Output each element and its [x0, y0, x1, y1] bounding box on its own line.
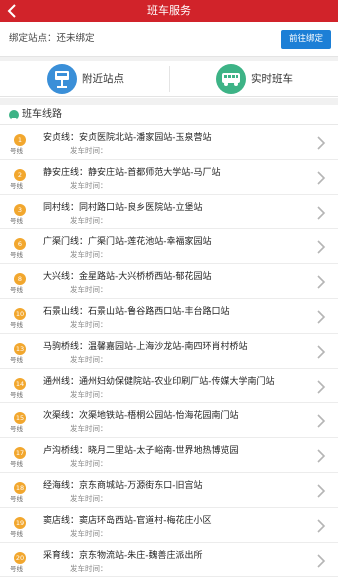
- route-suffix-label: 号线: [10, 425, 23, 434]
- departure-time: 发车时间：: [70, 319, 108, 329]
- bind-status-text: 绑定站点：还未绑定: [9, 33, 95, 44]
- chevron-right-icon: [317, 240, 326, 254]
- route-number-badge: 8: [14, 273, 26, 286]
- route-number-badge: 6: [14, 238, 26, 251]
- realtime-bus-button[interactable]: 实时班车: [169, 61, 338, 97]
- route-name: 次渠线：次渠地铁站-梧桐公园站-怡海花园南门站: [43, 411, 239, 422]
- route-number-badge: 15: [14, 412, 26, 425]
- section-header: 班车线路: [0, 105, 338, 125]
- chevron-right-icon: [317, 519, 326, 533]
- route-number-badge: 17: [14, 447, 26, 460]
- route-name: 广渠门线：广渠门站-莲花池站-幸福家园站: [43, 237, 212, 248]
- route-number-badge: 2: [14, 168, 26, 181]
- departure-time: 发车时间：: [70, 146, 108, 155]
- departure-time: 发车时间：: [70, 389, 108, 399]
- route-row[interactable]: 19 号线 窦店线：窦店环岛西站-官道村-梅花庄小区发车时间：: [0, 507, 338, 543]
- route-row[interactable]: 14 号线 通州线：通州妇幼保健院站-农业印刷厂站-传媒大学南门站发车时间：: [0, 368, 338, 404]
- route-row[interactable]: 2 号线 静安庄线：静安庄站-首都师范大学站-马厂站发车时间：: [0, 159, 338, 195]
- nearby-stations-label: 附近站点: [82, 73, 124, 85]
- departure-time: 发车时间：: [70, 563, 108, 573]
- route-number-badge: 10: [14, 307, 26, 320]
- chevron-right-icon: [317, 380, 326, 394]
- chevron-right-icon: [317, 449, 326, 463]
- route-row[interactable]: 18 号线 经海线：京东商城站-万源街东口-旧宫站发车时间：: [0, 472, 338, 508]
- chevron-right-icon: [317, 345, 326, 359]
- departure-time: 发车时间：: [70, 459, 108, 469]
- route-row[interactable]: 13 号线 马驹桥线：温馨嘉园站-上海沙龙站-南四环肖村桥站发车时间：: [0, 333, 338, 369]
- page-title: 班车服务: [147, 4, 191, 17]
- departure-time: 发车时间：: [70, 180, 108, 190]
- route-row[interactable]: 1 号线 安贞线：安贞医院北站-潘家园站-玉泉营站发车时间：: [0, 125, 338, 160]
- route-suffix-label: 号线: [10, 320, 23, 329]
- route-name: 通州线：通州妇幼保健院站-农业印刷厂站-传媒大学南门站: [43, 376, 275, 387]
- route-suffix-label: 号线: [10, 460, 23, 469]
- realtime-bus-label: 实时班车: [251, 73, 293, 85]
- route-name: 马驹桥线：温馨嘉园站-上海沙龙站-南四环肖村桥站: [43, 341, 248, 352]
- divider: [0, 98, 338, 105]
- departure-time: 发车时间：: [70, 528, 108, 538]
- chevron-right-icon: [317, 171, 326, 185]
- route-name: 静安庄线：静安庄站-首都师范大学站-马厂站: [43, 167, 221, 178]
- route-suffix-label: 号线: [10, 251, 23, 260]
- departure-time: 发车时间：: [70, 424, 108, 434]
- route-list: 1 号线 安贞线：安贞医院北站-潘家园站-玉泉营站 发车时间： 2 号线 静安庄线：静安庄站…: [0, 125, 338, 578]
- route-row[interactable]: 17 号线 卢沟桥线：晓月二里站-太子峪南-世界地热博览园发车时间：: [0, 438, 338, 473]
- title-bar: 班车服务: [0, 0, 338, 22]
- route-row[interactable]: 10 号线 石景山线：石景山站-鲁谷路西口站-丰台路口站发车时间：: [0, 298, 338, 334]
- nearby-stations-button[interactable]: 附近站点: [0, 61, 169, 97]
- route-suffix-label: 号线: [10, 494, 23, 503]
- departure-time: 发车时间：: [70, 354, 108, 364]
- route-number-badge: 1: [14, 134, 26, 146]
- route-name: 同村线：同村路口站-良乡医院站-立堡站: [43, 202, 203, 213]
- route-row[interactable]: 15 号线 次渠线：次渠地铁站-梧桐公园站-怡海花园南门站发车时间：: [0, 403, 338, 439]
- bus-icon: [216, 64, 246, 94]
- route-suffix-label: 号线: [10, 390, 23, 399]
- chevron-right-icon: [317, 414, 326, 428]
- chevron-right-icon: [317, 553, 326, 568]
- route-number-badge: 14: [14, 377, 26, 390]
- route-name: 采育线：京东物流站-朱庄-魏善庄派出所: [43, 550, 203, 561]
- route-name: 窦店线：窦店环岛西站-官道村-梅花庄小区: [43, 515, 212, 526]
- route-row[interactable]: 8 号线 大兴线：金星路站-大兴桥桥西站-郁花园站发车时间：: [0, 264, 338, 299]
- route-number-badge: 13: [14, 342, 26, 355]
- chevron-right-icon: [317, 275, 326, 289]
- route-suffix-label: 号线: [10, 147, 23, 155]
- route-icon: [9, 110, 19, 122]
- route-name: 石景山线：石景山站-鲁谷路西口站-丰台路口站: [43, 306, 230, 317]
- chevron-right-icon: [317, 310, 326, 324]
- route-name: 安贞线：安贞医院北站-潘家园站-玉泉营站: [43, 133, 212, 143]
- go-bind-button[interactable]: 前往绑定: [281, 30, 331, 49]
- route-row[interactable]: 20 号线 采育线：京东物流站-朱庄-魏善庄派出所发车时间：: [0, 542, 338, 578]
- route-number-badge: 3: [14, 203, 26, 216]
- departure-time: 发车时间：: [70, 250, 108, 260]
- departure-time: 发车时间：: [70, 285, 108, 295]
- route-row[interactable]: 3 号线 同村线：同村路口站-良乡医院站-立堡站发车时间：: [0, 194, 338, 230]
- route-suffix-label: 号线: [10, 216, 23, 225]
- chevron-right-icon: [317, 136, 326, 150]
- chevron-right-icon: [317, 484, 326, 498]
- section-title: 班车线路: [22, 109, 62, 120]
- quick-entries: 附近站点 实时班车: [0, 61, 338, 97]
- chevron-right-icon: [317, 206, 326, 220]
- route-number-badge: 19: [14, 516, 26, 529]
- departure-time: 发车时间：: [70, 493, 108, 503]
- route-name: 大兴线：金星路站-大兴桥桥西站-郁花园站: [43, 272, 212, 283]
- route-suffix-label: 号线: [10, 529, 23, 538]
- route-name: 卢沟桥线：晓月二里站-太子峪南-世界地热博览园: [43, 446, 239, 457]
- route-suffix-label: 号线: [10, 564, 23, 573]
- route-row[interactable]: 6 号线 广渠门线：广渠门站-莲花池站-幸福家园站发车时间：: [0, 229, 338, 265]
- route-number-badge: 20: [14, 551, 26, 564]
- route-suffix-label: 号线: [10, 286, 23, 295]
- departure-time: 发车时间：: [70, 215, 108, 225]
- route-name: 经海线：京东商城站-万源街东口-旧宫站: [43, 480, 203, 491]
- route-number-badge: 18: [14, 481, 26, 494]
- bus-stop-icon: [47, 64, 77, 94]
- route-suffix-label: 号线: [10, 181, 23, 190]
- route-suffix-label: 号线: [10, 355, 23, 364]
- bind-station-bar: 绑定站点：还未绑定 前往绑定: [0, 22, 338, 57]
